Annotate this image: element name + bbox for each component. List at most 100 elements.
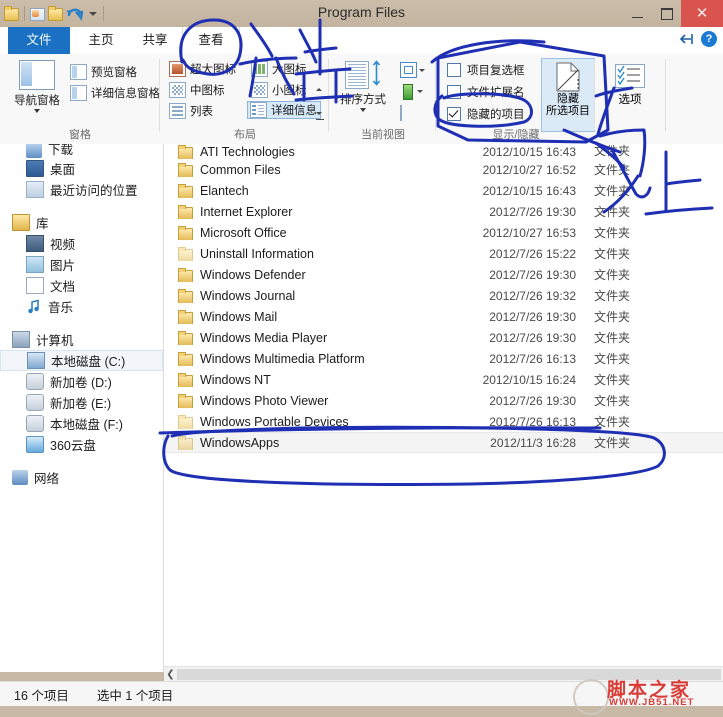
sidebar-item-label: 新加卷 (E:) [50,397,112,411]
table-row[interactable]: Uninstall Information 2012/7/26 15:22 文件… [164,243,723,264]
navigation-pane[interactable]: 下载 桌面 最近访问的位置 库 视频 图片 文档 音乐 计算机 本地磁盘 (C:… [0,144,164,672]
size-columns-button[interactable] [400,105,402,121]
item-checkboxes-option[interactable]: 项目复选框 [447,62,525,78]
large-icons-button[interactable]: 大图标 [251,61,307,77]
file-type: 文件夹 [594,268,631,282]
minimize-button[interactable] [623,0,652,27]
table-row[interactable]: Windows Mail 2012/7/26 19:30 文件夹 [164,306,723,327]
sidebar-item-cloud-disk[interactable]: 360云盘 [0,434,163,455]
file-type: 文件夹 [594,373,631,387]
collapse-ribbon-icon[interactable] [678,32,694,46]
list-view-button[interactable]: 列表 [169,103,213,119]
table-row[interactable]: Windows Multimedia Platform 2012/7/26 16… [164,348,723,369]
hidden-items-checkbox[interactable] [447,107,461,121]
hide-selected-line2: 所选项目 [546,105,590,117]
add-columns-icon [400,62,417,78]
file-type: 文件夹 [594,394,631,408]
file-extensions-option[interactable]: 文件扩展名 [447,84,525,100]
details-view-label: 详细信息 [271,105,317,117]
preview-pane-button[interactable]: 预览窗格 [70,64,137,80]
sidebar-item-pictures[interactable]: 图片 [0,254,163,275]
tab-file[interactable]: 文件 [8,27,70,54]
table-row[interactable]: WindowsApps 2012/11/3 16:28 文件夹 [164,432,723,453]
navigation-pane-button[interactable]: 导航窗格 [8,60,66,113]
sidebar-item-local-disk-c[interactable]: 本地磁盘 (C:) [0,350,163,371]
file-type: 文件夹 [594,310,631,324]
music-icon [26,299,42,314]
sidebar-item-volume-d[interactable]: 新加卷 (D:) [0,371,163,392]
help-icon[interactable]: ? [701,31,717,47]
layout-more-down-icon[interactable] [316,104,324,120]
table-row[interactable]: Microsoft Office 2012/10/27 16:53 文件夹 [164,222,723,243]
size-columns-icon [400,105,402,121]
file-type: 文件夹 [594,226,631,240]
scroll-left-icon[interactable]: ❮ [164,669,177,680]
sidebar-item-network[interactable]: 网络 [0,467,163,488]
sidebar-item-music[interactable]: 音乐 [0,296,163,317]
chevron-down-icon-sort[interactable] [360,108,366,112]
file-type: 文件夹 [594,352,631,366]
small-icons-button[interactable]: 小图标 [251,82,307,98]
list-view-label: 列表 [190,106,213,118]
tab-home[interactable]: 主页 [74,27,128,54]
hidden-items-option[interactable]: 隐藏的项目 [447,106,525,122]
ribbon-tab-bar: 文件 主页 共享 查看 ? [0,27,723,55]
item-checkboxes-checkbox[interactable] [447,63,461,77]
file-date: 2012/7/26 19:30 [489,393,576,408]
sidebar-item-desktop[interactable]: 桌面 [0,158,163,179]
details-pane-label: 详细信息窗格 [91,88,160,100]
tab-view[interactable]: 查看 [182,27,240,54]
ribbon-group-panes-label: 窗格 [69,129,91,141]
folder-icon [178,393,193,408]
add-columns-caret-icon[interactable] [419,68,425,72]
file-date: 2012/7/26 19:30 [489,309,576,324]
folder-icon [178,330,193,345]
downloads-icon [26,144,42,158]
file-extensions-checkbox[interactable] [447,85,461,99]
options-button[interactable]: 选项 [608,64,652,107]
extra-large-icons-button[interactable]: 超大图标 [169,61,236,77]
details-view-button[interactable]: 详细信息 [247,101,321,119]
file-list[interactable]: ATI Technologies 2012/10/15 16:43 文件夹 Co… [164,144,723,672]
table-row[interactable]: Elantech 2012/10/15 16:43 文件夹 [164,180,723,201]
options-label: 选项 [618,94,642,106]
ribbon-view-tab: 导航窗格 预览窗格 详细信息窗格 窗格 超大图标 大图标 中图标 小图标 列表 … [0,54,723,145]
group-by-caret-icon[interactable] [417,89,423,93]
ribbon-group-show-hide-label: 显示/隐藏 [492,129,540,141]
group-by-button[interactable] [400,84,423,100]
chevron-down-icon[interactable] [34,109,40,113]
table-row[interactable]: Windows Media Player 2012/7/26 19:30 文件夹 [164,327,723,348]
medium-icons-button[interactable]: 中图标 [169,82,225,98]
hide-selected-items-button[interactable]: 隐藏 所选项目 [541,58,595,132]
file-name: Windows Mail [200,309,278,324]
sidebar-item-recent-places[interactable]: 最近访问的位置 [0,179,163,200]
table-row[interactable]: Windows Defender 2012/7/26 19:30 文件夹 [164,264,723,285]
sidebar-item-videos[interactable]: 视频 [0,233,163,254]
computer-icon [12,331,30,348]
small-icons-label: 小图标 [272,85,307,97]
table-row[interactable]: Windows NT 2012/10/15 16:24 文件夹 [164,369,723,390]
sidebar-item-documents[interactable]: 文档 [0,275,163,296]
table-row[interactable]: Windows Photo Viewer 2012/7/26 19:30 文件夹 [164,390,723,411]
add-columns-button[interactable] [400,62,425,78]
table-row[interactable]: ATI Technologies 2012/10/15 16:43 文件夹 [164,144,723,159]
sidebar-item-local-disk-f[interactable]: 本地磁盘 (F:) [0,413,163,434]
table-row[interactable]: Internet Explorer 2012/7/26 19:30 文件夹 [164,201,723,222]
small-icons-icon [251,82,268,98]
table-row[interactable]: Windows Portable Devices 2012/7/26 16:13… [164,411,723,432]
tab-share[interactable]: 共享 [128,27,182,54]
sidebar-item-libraries[interactable]: 库 [0,212,163,233]
close-button[interactable]: ✕ [681,0,723,27]
sidebar-item-label: 网络 [34,472,60,486]
sidebar-item-downloads[interactable]: 下载 [0,144,163,158]
layout-more-up-icon[interactable] [316,80,322,94]
details-pane-button[interactable]: 详细信息窗格 [70,85,160,101]
sidebar-item-computer[interactable]: 计算机 [0,329,163,350]
maximize-button[interactable] [652,0,681,27]
sort-by-button[interactable]: 排序方式 [334,60,392,112]
sidebar-item-volume-e[interactable]: 新加卷 (E:) [0,392,163,413]
file-type: 文件夹 [594,205,631,219]
table-row[interactable]: Common Files 2012/10/27 16:52 文件夹 [164,159,723,180]
table-row[interactable]: Windows Journal 2012/7/26 19:32 文件夹 [164,285,723,306]
